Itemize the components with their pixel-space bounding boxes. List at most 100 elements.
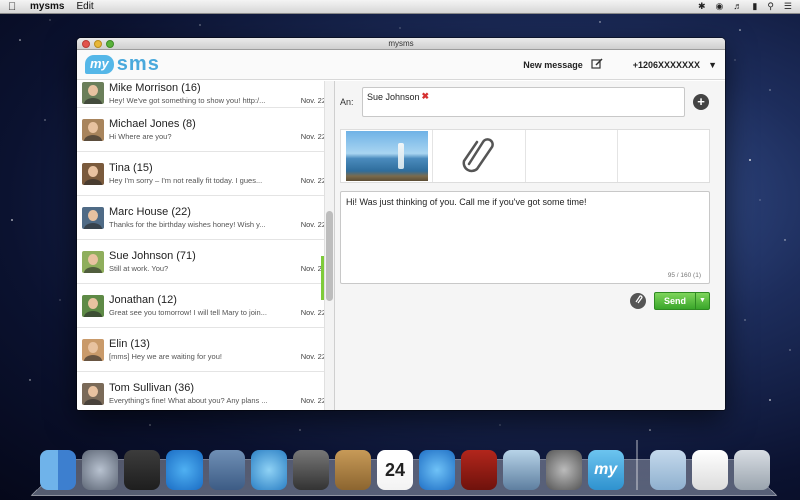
volume-icon[interactable]: ♬ <box>733 1 742 12</box>
trash-icon[interactable] <box>733 450 770 490</box>
contact-name: Jonathan (12) <box>109 294 177 306</box>
message-preview: [mms] Hey we are waiting for you! <box>109 352 222 361</box>
attachment-slot[interactable] <box>618 130 709 182</box>
attachment-image-thumbnail[interactable] <box>345 131 428 181</box>
message-input[interactable]: Hi! Was just thinking of you. Call me if… <box>340 191 710 284</box>
battery-icon[interactable]: ▮ <box>752 1 757 12</box>
close-button[interactable] <box>82 40 90 48</box>
contact-name: Michael Jones (8) <box>109 118 196 130</box>
mysms-icon[interactable]: my <box>587 450 624 490</box>
attachment-strip <box>340 129 710 183</box>
notification-icon[interactable]: ☰ <box>784 1 792 12</box>
avatar <box>82 382 104 405</box>
finder-icon[interactable] <box>40 450 77 490</box>
safari-icon[interactable] <box>250 450 287 490</box>
photo-booth-icon[interactable] <box>124 450 161 490</box>
paperclip-icon[interactable] <box>461 134 497 179</box>
avatar <box>82 338 104 361</box>
attachment-slot[interactable] <box>433 130 526 182</box>
minimize-button[interactable] <box>94 40 102 48</box>
compose-pane: An: Sue Johnson ✖ + Hi! Was just thinkin… <box>335 81 725 410</box>
remove-recipient-icon[interactable]: ✖ <box>422 91 430 102</box>
mysms-dock-label: my <box>594 461 618 478</box>
system-preferences-icon[interactable] <box>545 450 582 490</box>
phone-selector[interactable]: +1206XXXXXXX ▼ <box>633 60 717 70</box>
chevron-down-icon: ▼ <box>708 59 717 70</box>
contact-name: Sue Johnson (71) <box>109 250 196 262</box>
menu-bar:  mysms Edit ✱ ◉ ♬ ▮ ⚲ ☰ <box>0 0 800 14</box>
logo-sms: sms <box>116 53 160 75</box>
mysms-logo: my sms <box>85 53 160 76</box>
title-bar: mysms <box>77 38 725 50</box>
avatar <box>82 162 104 185</box>
send-button[interactable]: Send ▼ <box>654 292 710 310</box>
avatar <box>82 250 104 273</box>
app-store-icon[interactable] <box>166 450 203 490</box>
document-icon[interactable] <box>691 450 728 490</box>
message-date: Nov. 22 <box>300 96 326 105</box>
message-preview: Thanks for the birthday wishes honey! Wi… <box>109 220 266 229</box>
new-message-button[interactable]: New message <box>523 57 603 72</box>
conversation-item[interactable]: Tina (15) Hey I'm sorry – I'm not really … <box>77 152 334 196</box>
facetime-icon[interactable] <box>292 450 329 490</box>
folder-icon[interactable] <box>649 450 686 490</box>
conversation-info: Marc House (22) Thanks for the birthday w… <box>109 206 326 229</box>
calendar-icon[interactable]: 24 <box>377 450 414 490</box>
message-date: Nov. 22 <box>300 132 326 141</box>
conversation-item[interactable]: Jonathan (12) Great see you tomorrow! I w… <box>77 284 334 328</box>
attach-button[interactable] <box>630 293 646 309</box>
avatar <box>82 206 104 229</box>
message-date: Nov. 22 <box>300 220 326 229</box>
add-recipient-button[interactable]: + <box>693 94 709 110</box>
launchpad-icon[interactable] <box>82 450 119 490</box>
conversation-item[interactable]: Michael Jones (8) Hi Where are you? Nov. 2… <box>77 108 334 152</box>
conversation-item[interactable]: Tom Sullivan (36) Everything's fine! What… <box>77 372 334 410</box>
conversation-meta: Still at work. You? Nov. 22 <box>109 264 326 273</box>
conversation-item[interactable]: Sue Johnson (71) Still at work. You? Nov. … <box>77 240 334 284</box>
calendar-day: 24 <box>385 459 406 480</box>
conversation-item[interactable]: Marc House (22) Thanks for the birthday w… <box>77 196 334 240</box>
scrollbar-thumb[interactable] <box>326 211 333 301</box>
contact-name: Tom Sullivan (36) <box>109 382 194 394</box>
conversation-item[interactable]: Elin (13) [mms] Hey we are waiting for yo… <box>77 328 334 372</box>
message-date: Nov. 22 <box>300 396 326 405</box>
zoom-button[interactable] <box>106 40 114 48</box>
address-book-icon[interactable] <box>334 450 371 490</box>
new-message-label: New message <box>523 59 583 70</box>
conversation-item[interactable]: Mike Morrison (16) Hey! We've got somethi… <box>77 81 334 108</box>
attachment-slot[interactable] <box>526 130 618 182</box>
character-counter: 95 / 160 (1) <box>667 272 701 279</box>
contact-name: Tina (15) <box>109 162 153 174</box>
recipient-field[interactable]: Sue Johnson ✖ <box>362 87 685 117</box>
conversation-list[interactable]: Mike Morrison (16) Hey! We've got somethi… <box>77 81 335 410</box>
bluetooth-icon[interactable]: ✱ <box>698 1 706 12</box>
apple-menu-icon[interactable]:  <box>8 1 22 13</box>
compose-icon <box>591 57 603 72</box>
menu-app-name[interactable]: mysms <box>30 1 64 12</box>
iphoto-icon[interactable] <box>503 450 540 490</box>
send-label: Send <box>663 296 686 306</box>
mail-icon[interactable] <box>208 450 245 490</box>
dock-separator <box>635 440 638 490</box>
recipient-chip[interactable]: Sue Johnson ✖ <box>367 91 429 102</box>
recipient-name: Sue Johnson <box>367 91 420 102</box>
conversation-meta: Hi Where are you? Nov. 22 <box>109 132 326 141</box>
message-preview: Still at work. You? <box>109 264 169 273</box>
send-options-chevron-icon[interactable]: ▼ <box>695 293 709 309</box>
message-text: Hi! Was just thinking of you. Call me if… <box>346 197 587 207</box>
conversation-info: Sue Johnson (71) Still at work. You? Nov. … <box>109 250 326 273</box>
itunes-icon[interactable] <box>419 450 456 490</box>
conversation-scrollbar[interactable] <box>324 81 334 410</box>
conversation-meta: Thanks for the birthday wishes honey! Wi… <box>109 220 326 229</box>
photo-booth-curtain-icon[interactable] <box>461 450 498 490</box>
conversation-meta: Everything's fine! What about you? Any p… <box>109 396 326 405</box>
menu-edit[interactable]: Edit <box>76 1 93 12</box>
app-window: mysms my sms New message +1206XXXXXXX ▼ … <box>77 38 725 410</box>
conversation-info: Tom Sullivan (36) Everything's fine! What… <box>109 382 326 405</box>
conversation-info: Jonathan (12) Great see you tomorrow! I w… <box>109 294 326 317</box>
message-date: Nov. 22 <box>300 352 326 361</box>
wifi-icon[interactable]: ◉ <box>716 1 724 12</box>
attachment-slot[interactable] <box>341 130 434 182</box>
conversation-meta: Hey I'm sorry – I'm not really fit today… <box>109 176 326 185</box>
spotlight-icon[interactable]: ⚲ <box>767 1 774 12</box>
